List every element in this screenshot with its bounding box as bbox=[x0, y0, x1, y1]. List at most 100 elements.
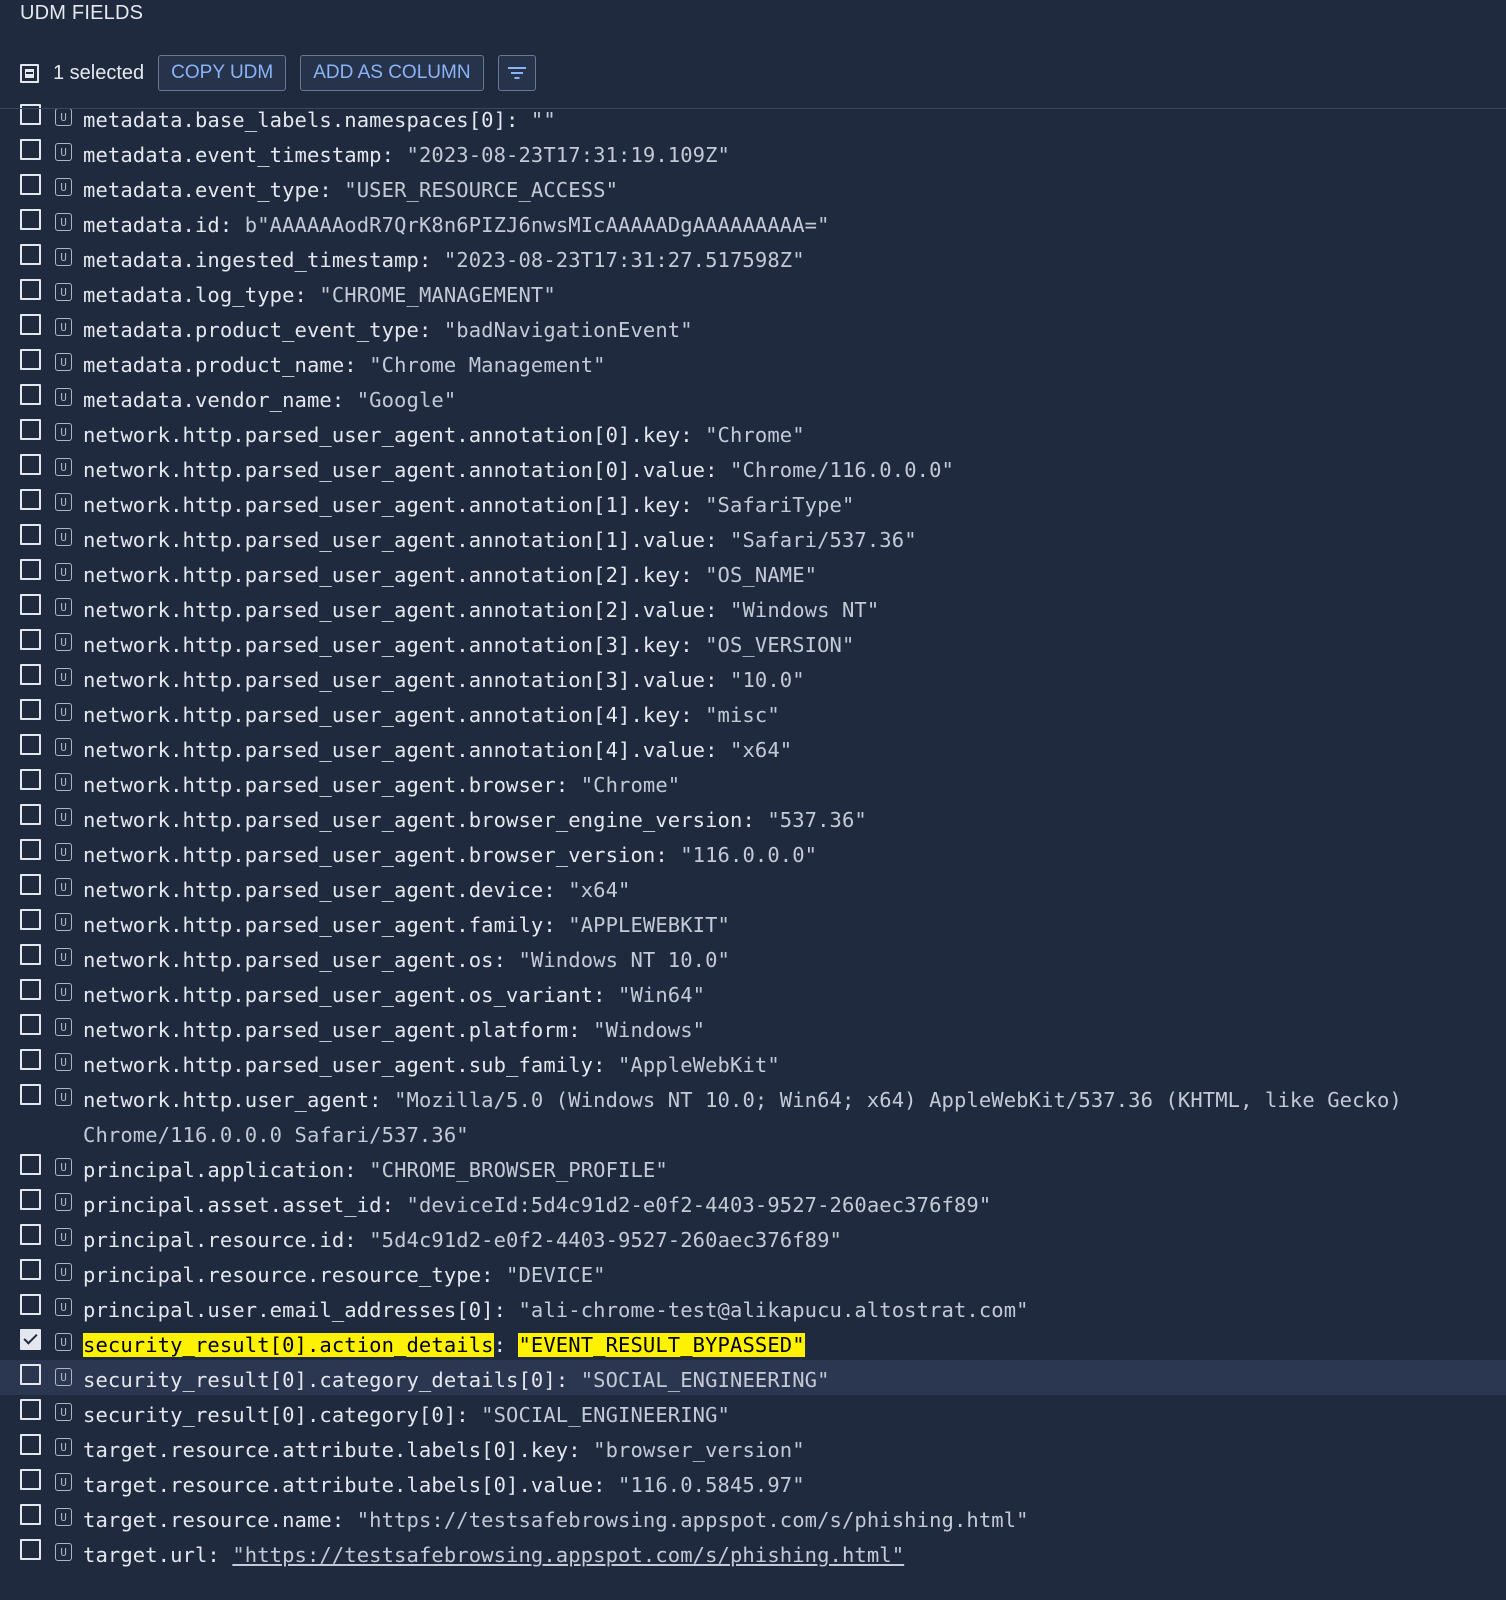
udm-field-row[interactable]: Umetadata.product_name: "Chrome Manageme… bbox=[0, 345, 1506, 380]
field-checkbox[interactable] bbox=[20, 979, 41, 1000]
field-checkbox[interactable] bbox=[20, 559, 41, 580]
udm-field-row[interactable]: Umetadata.base_labels.namespaces[0]: "" bbox=[0, 100, 1506, 135]
field-text: principal.resource.id: "5d4c91d2-e0f2-44… bbox=[83, 1223, 1498, 1258]
udm-field-row[interactable]: Umetadata.event_type: "USER_RESOURCE_ACC… bbox=[0, 170, 1506, 205]
field-checkbox[interactable] bbox=[20, 489, 41, 510]
field-checkbox[interactable] bbox=[20, 349, 41, 370]
field-checkbox[interactable] bbox=[20, 839, 41, 860]
udm-field-row[interactable]: Uprincipal.user.email_addresses[0]: "ali… bbox=[0, 1290, 1506, 1325]
udm-field-row[interactable]: Unetwork.http.parsed_user_agent.annotati… bbox=[0, 485, 1506, 520]
field-separator: : bbox=[705, 458, 730, 482]
udm-field-row[interactable]: Unetwork.http.parsed_user_agent.browser:… bbox=[0, 765, 1506, 800]
udm-field-row[interactable]: Uprincipal.asset.asset_id: "deviceId:5d4… bbox=[0, 1185, 1506, 1220]
udm-field-row[interactable]: Unetwork.http.parsed_user_agent.annotati… bbox=[0, 695, 1506, 730]
field-checkbox[interactable] bbox=[20, 699, 41, 720]
field-checkbox[interactable] bbox=[20, 384, 41, 405]
udm-field-row[interactable]: Usecurity_result[0].category_details[0]:… bbox=[0, 1360, 1506, 1395]
field-value-link[interactable]: "https://testsafebrowsing.appspot.com/s/… bbox=[232, 1543, 904, 1567]
udm-field-row[interactable]: Unetwork.http.parsed_user_agent.annotati… bbox=[0, 625, 1506, 660]
udm-field-row[interactable]: Unetwork.http.parsed_user_agent.annotati… bbox=[0, 590, 1506, 625]
field-checkbox[interactable] bbox=[20, 874, 41, 895]
field-checkbox[interactable] bbox=[20, 454, 41, 475]
field-checkbox[interactable] bbox=[20, 1294, 41, 1315]
udm-field-row[interactable]: Unetwork.http.parsed_user_agent.browser_… bbox=[0, 800, 1506, 835]
field-checkbox[interactable] bbox=[20, 804, 41, 825]
udm-field-row[interactable]: Unetwork.http.parsed_user_agent.os: "Win… bbox=[0, 940, 1506, 975]
field-checkbox[interactable] bbox=[20, 1469, 41, 1490]
field-key: network.http.parsed_user_agent.annotatio… bbox=[83, 423, 681, 447]
udm-type-icon: U bbox=[55, 563, 72, 581]
udm-field-row[interactable]: Umetadata.event_timestamp: "2023-08-23T1… bbox=[0, 135, 1506, 170]
field-checkbox[interactable] bbox=[20, 909, 41, 930]
field-checkbox[interactable] bbox=[20, 279, 41, 300]
field-checkbox[interactable] bbox=[20, 419, 41, 440]
field-checkbox[interactable] bbox=[20, 1189, 41, 1210]
udm-field-row[interactable]: Unetwork.http.parsed_user_agent.annotati… bbox=[0, 730, 1506, 765]
field-checkbox[interactable] bbox=[20, 1259, 41, 1280]
field-value: "badNavigationEvent" bbox=[443, 318, 693, 342]
udm-field-row[interactable]: Unetwork.http.parsed_user_agent.annotati… bbox=[0, 520, 1506, 555]
udm-field-row[interactable]: Usecurity_result[0].category[0]: "SOCIAL… bbox=[0, 1395, 1506, 1430]
udm-field-row[interactable]: Utarget.resource.name: "https://testsafe… bbox=[0, 1500, 1506, 1535]
field-checkbox[interactable] bbox=[20, 1154, 41, 1175]
udm-field-row[interactable]: Unetwork.http.user_agent: "Mozilla/5.0 (… bbox=[0, 1080, 1506, 1150]
field-checkbox[interactable] bbox=[20, 1329, 41, 1350]
field-checkbox[interactable] bbox=[20, 594, 41, 615]
udm-field-row[interactable]: Uprincipal.resource.id: "5d4c91d2-e0f2-4… bbox=[0, 1220, 1506, 1255]
udm-field-row[interactable]: Umetadata.product_event_type: "badNaviga… bbox=[0, 310, 1506, 345]
field-checkbox[interactable] bbox=[20, 174, 41, 195]
udm-field-row[interactable]: Umetadata.ingested_timestamp: "2023-08-2… bbox=[0, 240, 1506, 275]
field-checkbox[interactable] bbox=[20, 1504, 41, 1525]
udm-field-row[interactable]: Unetwork.http.parsed_user_agent.os_varia… bbox=[0, 975, 1506, 1010]
field-checkbox[interactable] bbox=[20, 1399, 41, 1420]
udm-field-row[interactable]: Unetwork.http.parsed_user_agent.browser_… bbox=[0, 835, 1506, 870]
udm-field-row[interactable]: Unetwork.http.parsed_user_agent.device: … bbox=[0, 870, 1506, 905]
field-checkbox[interactable] bbox=[20, 1049, 41, 1070]
udm-field-row[interactable]: Umetadata.vendor_name: "Google" bbox=[0, 380, 1506, 415]
udm-field-row[interactable]: Utarget.url: "https://testsafebrowsing.a… bbox=[0, 1535, 1506, 1570]
field-checkbox[interactable] bbox=[20, 1224, 41, 1245]
field-checkbox[interactable] bbox=[20, 139, 41, 160]
field-checkbox[interactable] bbox=[20, 734, 41, 755]
udm-field-row[interactable]: Unetwork.http.parsed_user_agent.annotati… bbox=[0, 555, 1506, 590]
field-checkbox[interactable] bbox=[20, 1364, 41, 1385]
udm-field-row[interactable]: Umetadata.id: b"AAAAAAodR7QrK8n6PIZJ6nws… bbox=[0, 205, 1506, 240]
udm-field-row[interactable]: Unetwork.http.parsed_user_agent.platform… bbox=[0, 1010, 1506, 1045]
field-separator: : bbox=[593, 1053, 619, 1077]
field-checkbox[interactable] bbox=[20, 314, 41, 335]
udm-field-row[interactable]: Uprincipal.application: "CHROME_BROWSER_… bbox=[0, 1150, 1506, 1185]
udm-field-row[interactable]: Uprincipal.resource.resource_type: "DEVI… bbox=[0, 1255, 1506, 1290]
field-checkbox[interactable] bbox=[20, 1084, 41, 1105]
udm-field-row[interactable]: Usecurity_result[0].action_details: "EVE… bbox=[0, 1325, 1506, 1360]
field-checkbox[interactable] bbox=[20, 524, 41, 545]
field-value: "AppleWebKit" bbox=[618, 1053, 780, 1077]
udm-field-row[interactable]: Utarget.resource.attribute.labels[0].val… bbox=[0, 1465, 1506, 1500]
udm-field-row[interactable]: Unetwork.http.parsed_user_agent.annotati… bbox=[0, 450, 1506, 485]
field-key: network.http.parsed_user_agent.annotatio… bbox=[83, 598, 706, 622]
field-checkbox[interactable] bbox=[20, 629, 41, 650]
add-as-column-button[interactable]: ADD AS COLUMN bbox=[300, 55, 484, 91]
copy-udm-button[interactable]: COPY UDM bbox=[158, 55, 287, 91]
udm-field-row[interactable]: Unetwork.http.parsed_user_agent.sub_fami… bbox=[0, 1045, 1506, 1080]
field-checkbox[interactable] bbox=[20, 1539, 41, 1560]
field-checkbox[interactable] bbox=[20, 209, 41, 230]
field-key: network.http.parsed_user_agent.annotatio… bbox=[83, 738, 706, 762]
field-checkbox[interactable] bbox=[20, 769, 41, 790]
field-checkbox[interactable] bbox=[20, 1014, 41, 1035]
field-checkbox[interactable] bbox=[20, 1434, 41, 1455]
field-checkbox[interactable] bbox=[20, 664, 41, 685]
filter-button[interactable] bbox=[497, 55, 536, 91]
field-value: "SOCIAL_ENGINEERING" bbox=[481, 1403, 730, 1427]
field-key: network.http.parsed_user_agent.os bbox=[83, 948, 494, 972]
field-separator: : bbox=[418, 248, 444, 272]
udm-type-icon: U bbox=[55, 1543, 72, 1561]
udm-field-row[interactable]: Unetwork.http.parsed_user_agent.annotati… bbox=[0, 660, 1506, 695]
udm-field-row[interactable]: Utarget.resource.attribute.labels[0].key… bbox=[0, 1430, 1506, 1465]
udm-field-row[interactable]: Umetadata.log_type: "CHROME_MANAGEMENT" bbox=[0, 275, 1506, 310]
udm-field-row[interactable]: Unetwork.http.parsed_user_agent.family: … bbox=[0, 905, 1506, 940]
udm-field-row[interactable]: Unetwork.http.parsed_user_agent.annotati… bbox=[0, 415, 1506, 450]
field-checkbox[interactable] bbox=[20, 944, 41, 965]
field-separator: : bbox=[680, 703, 706, 727]
select-all-checkbox[interactable] bbox=[20, 63, 39, 83]
field-checkbox[interactable] bbox=[20, 244, 41, 265]
